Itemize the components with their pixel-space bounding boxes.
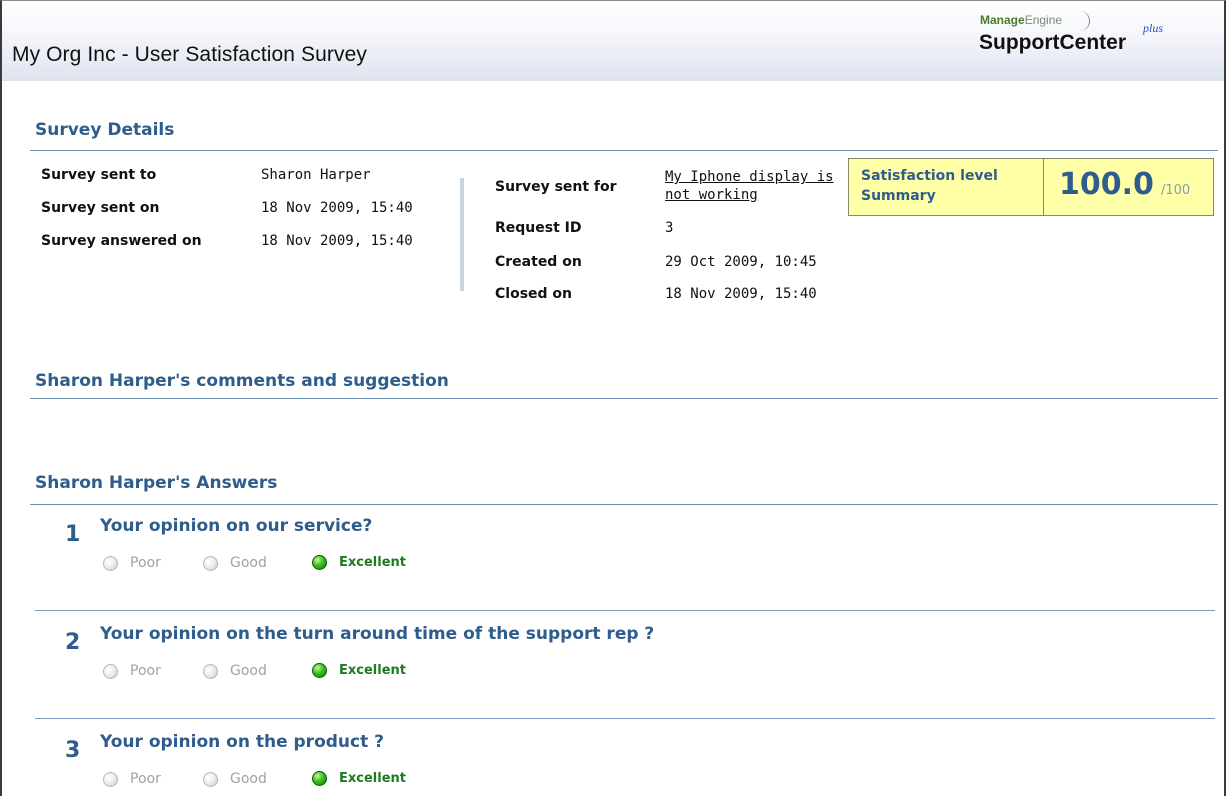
radio-selected-icon bbox=[312, 663, 327, 678]
radio-unselected-icon bbox=[203, 771, 218, 787]
option-poor[interactable]: Poor bbox=[103, 771, 161, 787]
section-divider bbox=[30, 150, 1218, 151]
details-separator bbox=[460, 178, 464, 291]
answered-on-label: Survey answered on bbox=[41, 233, 202, 249]
logo-arc-icon bbox=[1074, 11, 1090, 31]
option-good[interactable]: Good bbox=[203, 663, 267, 679]
option-poor[interactable]: Poor bbox=[103, 555, 161, 571]
option-excellent[interactable]: Excellent bbox=[312, 555, 406, 570]
closed-on-value: 18 Nov 2009, 15:40 bbox=[665, 286, 817, 302]
logo-product-name: SupportCenter bbox=[979, 31, 1126, 54]
radio-unselected-icon bbox=[103, 771, 118, 787]
sent-for-label: Survey sent for bbox=[495, 179, 617, 195]
option-poor[interactable]: Poor bbox=[103, 663, 161, 679]
satisfaction-summary-box: Satisfaction level Summary 100.0 /100 bbox=[848, 158, 1214, 216]
question-number: 3 bbox=[65, 738, 81, 763]
page-header: My Org Inc - User Satisfaction Survey Ma… bbox=[2, 1, 1224, 81]
option-good[interactable]: Good bbox=[203, 771, 267, 787]
sent-on-value: 18 Nov 2009, 15:40 bbox=[261, 200, 413, 216]
radio-unselected-icon bbox=[103, 555, 118, 571]
logo-manageengine: ManageEngine bbox=[980, 13, 1063, 27]
logo-plus: plus bbox=[1143, 21, 1164, 35]
section-divider bbox=[30, 504, 1218, 505]
option-excellent[interactable]: Excellent bbox=[312, 771, 406, 786]
radio-selected-icon bbox=[312, 555, 327, 570]
satisfaction-max: /100 bbox=[1161, 183, 1191, 198]
question-number: 1 bbox=[65, 522, 81, 547]
sent-to-label: Survey sent to bbox=[41, 167, 157, 183]
question-text: Your opinion on the product ? bbox=[100, 732, 385, 752]
created-on-value: 29 Oct 2009, 10:45 bbox=[665, 254, 817, 270]
radio-unselected-icon bbox=[103, 663, 118, 679]
satisfaction-score: 100.0 bbox=[1059, 167, 1154, 202]
page-title: My Org Inc - User Satisfaction Survey bbox=[12, 43, 367, 66]
sent-on-label: Survey sent on bbox=[41, 200, 160, 216]
product-logo: ManageEngine SupportCenter plus bbox=[977, 9, 1187, 69]
question-divider bbox=[35, 610, 1215, 611]
request-id-value: 3 bbox=[665, 220, 674, 236]
section-divider bbox=[30, 398, 1218, 399]
radio-unselected-icon bbox=[203, 663, 218, 679]
sent-to-value: Sharon Harper bbox=[261, 167, 371, 183]
satisfaction-label: Satisfaction level Summary bbox=[861, 168, 998, 204]
answers-heading: Sharon Harper's Answers bbox=[35, 473, 278, 493]
option-good[interactable]: Good bbox=[203, 555, 267, 571]
request-id-label: Request ID bbox=[495, 220, 582, 236]
closed-on-label: Closed on bbox=[495, 286, 572, 302]
answered-on-value: 18 Nov 2009, 15:40 bbox=[261, 233, 413, 249]
question-divider bbox=[35, 718, 1215, 719]
radio-unselected-icon bbox=[203, 555, 218, 571]
question-text: Your opinion on the turn around time of … bbox=[100, 624, 655, 644]
radio-selected-icon bbox=[312, 771, 327, 786]
question-text: Your opinion on our service? bbox=[100, 516, 373, 536]
satisfaction-divider bbox=[1043, 159, 1044, 215]
created-on-label: Created on bbox=[495, 254, 582, 270]
request-subject-link[interactable]: My Iphone display is not working bbox=[665, 168, 845, 204]
question-number: 2 bbox=[65, 630, 81, 655]
survey-details-heading: Survey Details bbox=[35, 120, 175, 140]
option-excellent[interactable]: Excellent bbox=[312, 663, 406, 678]
comments-heading: Sharon Harper's comments and suggestion bbox=[35, 371, 449, 391]
